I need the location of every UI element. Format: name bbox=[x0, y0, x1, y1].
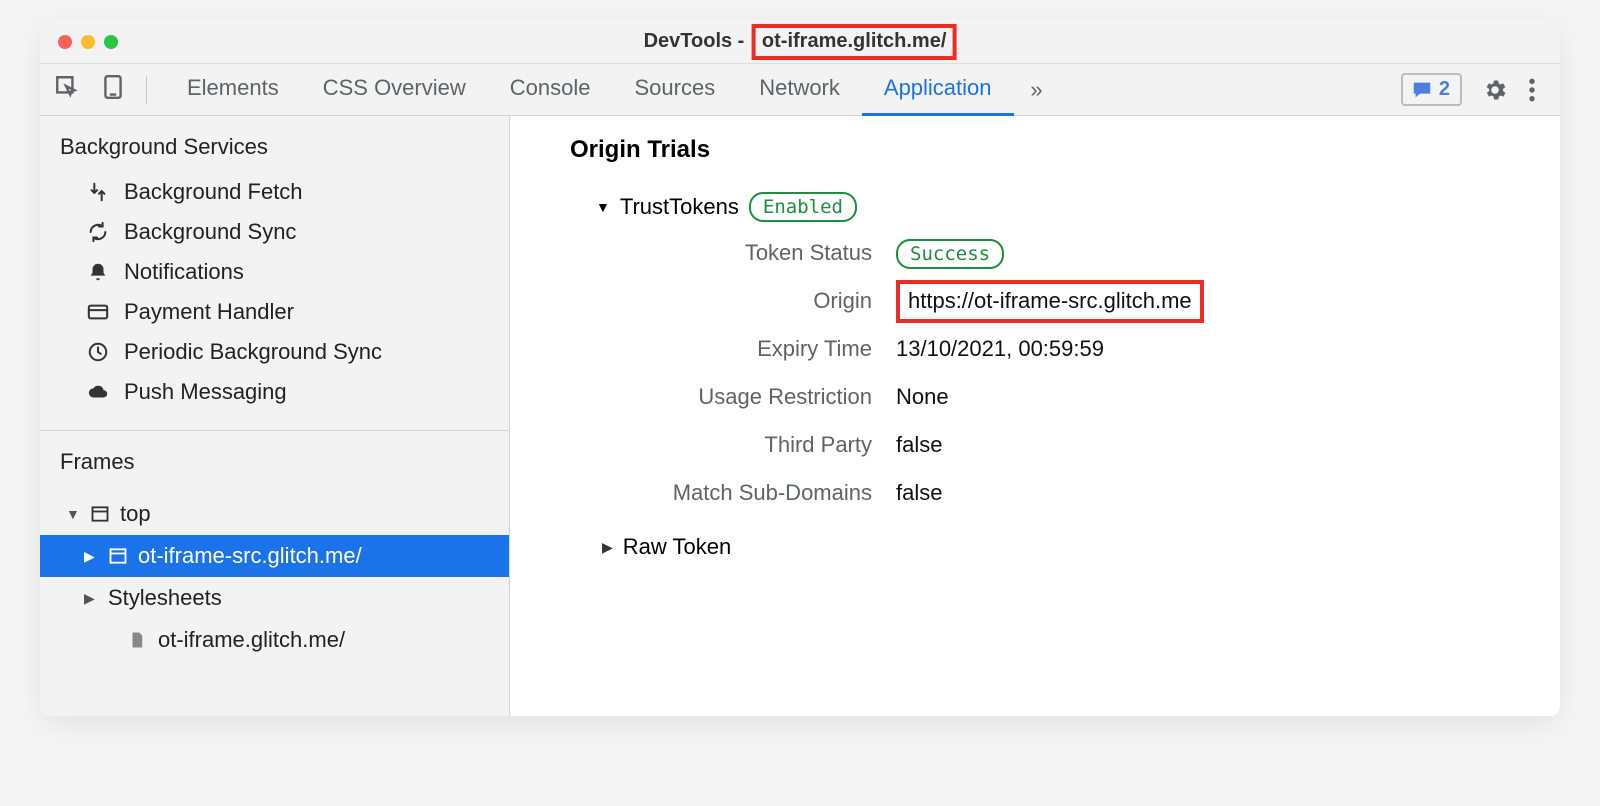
sidebar-heading-bg-services: Background Services bbox=[40, 116, 509, 172]
sidebar-item-background-fetch[interactable]: Background Fetch bbox=[40, 172, 509, 212]
toolbar-divider bbox=[146, 76, 147, 104]
kebab-menu-icon[interactable] bbox=[1528, 77, 1536, 103]
toolbar-left bbox=[54, 74, 165, 105]
sidebar-heading-frames: Frames bbox=[40, 431, 509, 487]
main-heading: Origin Trials bbox=[570, 136, 1520, 164]
row-usage: Usage Restriction None bbox=[596, 384, 1520, 410]
console-messages-count: 2 bbox=[1439, 78, 1450, 101]
sidebar-item-label: Notifications bbox=[124, 259, 244, 285]
card-icon bbox=[86, 301, 110, 323]
label-subdomains: Match Sub-Domains bbox=[596, 480, 896, 506]
frame-resource[interactable]: ot-iframe.glitch.me/ bbox=[40, 619, 509, 661]
sidebar: Background Services Background Fetch Bac… bbox=[40, 116, 510, 716]
tab-sources[interactable]: Sources bbox=[612, 64, 737, 116]
bell-icon bbox=[86, 261, 110, 283]
bg-services-list: Background Fetch Background Sync Notific… bbox=[40, 172, 509, 426]
row-subdomains: Match Sub-Domains false bbox=[596, 480, 1520, 506]
fetch-icon bbox=[86, 181, 110, 203]
frame-label: ot-iframe-src.glitch.me/ bbox=[138, 543, 362, 569]
raw-token-label: Raw Token bbox=[623, 534, 731, 560]
toggle-device-icon[interactable] bbox=[100, 74, 126, 105]
label-origin: Origin bbox=[596, 288, 896, 314]
sidebar-item-label: Payment Handler bbox=[124, 299, 294, 325]
value-origin: https://ot-iframe-src.glitch.me bbox=[896, 280, 1204, 323]
row-third-party: Third Party false bbox=[596, 432, 1520, 458]
tab-elements[interactable]: Elements bbox=[165, 64, 301, 116]
sidebar-item-label: Background Sync bbox=[124, 219, 296, 245]
value-usage: None bbox=[896, 384, 949, 410]
traffic-lights bbox=[58, 35, 118, 49]
label-usage: Usage Restriction bbox=[596, 384, 896, 410]
value-third-party: false bbox=[896, 432, 942, 458]
tab-application[interactable]: Application bbox=[862, 64, 1014, 116]
row-origin: Origin https://ot-iframe-src.glitch.me bbox=[596, 288, 1520, 314]
window-maximize-button[interactable] bbox=[104, 35, 118, 49]
main-panel: Origin Trials ▼ TrustTokens Enabled Toke… bbox=[510, 116, 1560, 716]
frame-label: ot-iframe.glitch.me/ bbox=[158, 627, 345, 653]
chevron-down-icon: ▼ bbox=[596, 199, 610, 215]
sync-icon bbox=[86, 221, 110, 243]
chevron-right-icon: ▶ bbox=[602, 539, 613, 556]
tabs-overflow-button[interactable]: » bbox=[1022, 77, 1052, 103]
window-minimize-button[interactable] bbox=[81, 35, 95, 49]
devtools-window: DevTools - ot-iframe.glitch.me/ Elements… bbox=[40, 20, 1560, 716]
frame-selected[interactable]: ▶ ot-iframe-src.glitch.me/ bbox=[40, 535, 509, 577]
sidebar-item-push-messaging[interactable]: Push Messaging bbox=[40, 372, 509, 412]
chevron-down-icon: ▼ bbox=[66, 506, 82, 522]
frame-top[interactable]: ▼ top bbox=[40, 493, 509, 535]
window-title: DevTools - ot-iframe.glitch.me/ bbox=[644, 24, 957, 60]
value-subdomains: false bbox=[896, 480, 942, 506]
window-close-button[interactable] bbox=[58, 35, 72, 49]
window-title-prefix: DevTools - bbox=[644, 30, 747, 53]
sidebar-item-label: Background Fetch bbox=[124, 179, 303, 205]
sidebar-item-payment-handler[interactable]: Payment Handler bbox=[40, 292, 509, 332]
frame-label: Stylesheets bbox=[108, 585, 222, 611]
trial-name: TrustTokens bbox=[620, 194, 739, 220]
raw-token-row[interactable]: ▶ Raw Token bbox=[602, 534, 1520, 560]
console-messages-button[interactable]: 2 bbox=[1401, 73, 1462, 106]
chevron-right-icon: ▶ bbox=[84, 548, 100, 565]
window-title-url: ot-iframe.glitch.me/ bbox=[752, 24, 956, 60]
frame-label: top bbox=[120, 501, 151, 527]
trial-block: ▼ TrustTokens Enabled Token Status Succe… bbox=[596, 192, 1520, 560]
sidebar-item-background-sync[interactable]: Background Sync bbox=[40, 212, 509, 252]
sidebar-item-periodic-sync[interactable]: Periodic Background Sync bbox=[40, 332, 509, 372]
label-expiry: Expiry Time bbox=[596, 336, 896, 362]
toolbar-right: 2 bbox=[1401, 73, 1546, 106]
label-token-status: Token Status bbox=[596, 240, 896, 266]
inspect-element-icon[interactable] bbox=[54, 74, 80, 105]
frames-tree: ▼ top ▶ ot-iframe-src.glitch.me/ ▶ Style… bbox=[40, 487, 509, 661]
value-token-status: Success bbox=[896, 239, 1004, 269]
sidebar-item-notifications[interactable]: Notifications bbox=[40, 252, 509, 292]
iframe-icon bbox=[108, 546, 130, 566]
row-token-status: Token Status Success bbox=[596, 240, 1520, 266]
sidebar-item-label: Push Messaging bbox=[124, 379, 287, 405]
tab-console[interactable]: Console bbox=[488, 64, 613, 116]
titlebar: DevTools - ot-iframe.glitch.me/ bbox=[40, 20, 1560, 64]
cloud-icon bbox=[86, 381, 110, 403]
value-expiry: 13/10/2021, 00:59:59 bbox=[896, 336, 1104, 362]
tab-css-overview[interactable]: CSS Overview bbox=[301, 64, 488, 116]
label-third-party: Third Party bbox=[596, 432, 896, 458]
row-expiry: Expiry Time 13/10/2021, 00:59:59 bbox=[596, 336, 1520, 362]
panel-tabstrip: Elements CSS Overview Console Sources Ne… bbox=[40, 64, 1560, 116]
message-icon bbox=[1411, 79, 1433, 101]
document-icon bbox=[128, 630, 150, 650]
settings-icon[interactable] bbox=[1482, 77, 1508, 103]
frame-stylesheets[interactable]: ▶ Stylesheets bbox=[40, 577, 509, 619]
trial-header[interactable]: ▼ TrustTokens Enabled bbox=[596, 192, 1520, 222]
content-area: Background Services Background Fetch Bac… bbox=[40, 116, 1560, 716]
trial-status-badge: Enabled bbox=[749, 192, 857, 222]
panel-tabs: Elements CSS Overview Console Sources Ne… bbox=[165, 64, 1014, 116]
chevron-right-icon: ▶ bbox=[84, 590, 100, 607]
tab-network[interactable]: Network bbox=[737, 64, 862, 116]
clock-icon bbox=[86, 341, 110, 363]
window-icon bbox=[90, 504, 112, 524]
sidebar-item-label: Periodic Background Sync bbox=[124, 339, 382, 365]
